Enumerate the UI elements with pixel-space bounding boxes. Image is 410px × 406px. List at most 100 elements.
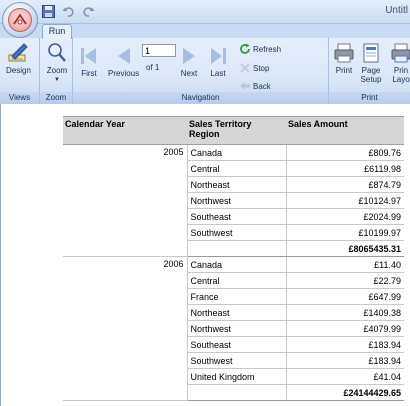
zoom-icon (45, 41, 69, 65)
group-total-cell: £8065435.31 (286, 240, 404, 257)
ribbon: Design Views Zoom ▼ Zoom First Previous … (0, 38, 410, 104)
sales-amount-cell: £1409.38 (286, 304, 404, 321)
sales-amount-cell: £874.79 (286, 176, 404, 193)
save-icon[interactable] (40, 4, 56, 19)
design-button[interactable]: Design (6, 41, 31, 75)
zoom-group-label: Zoom (40, 92, 72, 104)
print-group: Print Page Setup Prin Layo Print (329, 38, 410, 104)
region-cell: Southwest (187, 224, 287, 241)
report-viewer: Calendar Year Sales Territory Region Sal… (0, 104, 410, 406)
sales-amount-cell: £10124.97 (286, 192, 404, 209)
region-cell: Central (187, 160, 287, 177)
total-empty-cell (187, 240, 287, 257)
calendar-year-cell: 2006 (63, 256, 188, 401)
print-group-label: Print (329, 92, 410, 104)
region-cell: Canada (187, 144, 287, 161)
navigation-group-label: Navigation (73, 92, 328, 104)
region-cell: Central (187, 272, 287, 289)
table-row: 2005 Canada £809.76 (63, 144, 404, 257)
region-cell: Northeast (187, 304, 287, 321)
next-page-icon (179, 46, 199, 66)
design-icon (6, 41, 30, 65)
page-count-text: of 1 (146, 63, 160, 72)
printer-icon (332, 41, 356, 65)
back-arrow-icon (239, 80, 251, 92)
previous-label: Previous (108, 69, 140, 78)
page-number-input[interactable] (142, 44, 176, 57)
page-setup-label-line2: Setup (360, 75, 382, 84)
calendar-year-cell: 2005 (63, 144, 188, 257)
sales-amount-cell: £809.76 (286, 144, 404, 161)
stop-button[interactable]: Stop (239, 62, 269, 74)
report-body: 2005 Canada £809.76 Central £6119.98 Northeas… (63, 144, 404, 401)
region-cell: Northwest (187, 192, 287, 209)
back-button[interactable]: Back (239, 80, 271, 92)
total-empty-cell (187, 384, 287, 401)
column-header-calendar-year[interactable]: Calendar Year (63, 116, 187, 145)
region-cell: Southeast (187, 208, 287, 225)
region-cell: France (187, 288, 287, 305)
previous-page-button[interactable]: Previous (108, 46, 139, 78)
redo-icon[interactable] (80, 4, 96, 19)
print-layout-label-line2: Layo (392, 75, 410, 84)
zoom-group: Zoom ▼ Zoom (40, 38, 73, 104)
refresh-button[interactable]: Refresh (239, 43, 281, 55)
undo-icon[interactable] (60, 4, 76, 19)
report-table: Calendar Year Sales Territory Region Sal… (63, 116, 404, 401)
sales-amount-cell: £41.04 (286, 368, 404, 385)
views-group-label: Views (0, 92, 39, 104)
column-header-sales-amount[interactable]: Sales Amount (286, 116, 404, 145)
application-button[interactable] (2, 2, 38, 38)
print-button[interactable]: Print (332, 41, 356, 75)
first-label: First (81, 69, 97, 78)
quick-access-toolbar (40, 4, 96, 19)
app-logo-icon (8, 8, 32, 32)
page-setup-icon (359, 41, 383, 65)
window-title: Untitl (385, 5, 408, 16)
sales-amount-cell: £183.94 (286, 336, 404, 353)
print-layout-icon (389, 41, 410, 65)
navigation-group: First Previous Next Last Refresh Stop Ba… (73, 38, 329, 104)
tab-run[interactable]: Run (42, 24, 72, 39)
sales-amount-cell: £647.99 (286, 288, 404, 305)
region-cell: United Kingdom (187, 368, 287, 385)
first-page-icon (79, 46, 99, 66)
first-page-button[interactable]: First (79, 46, 99, 78)
zoom-button[interactable]: Zoom ▼ (45, 41, 69, 85)
stop-icon (239, 62, 251, 74)
zoom-label: Zoom (46, 66, 68, 75)
region-cell: Southwest (187, 352, 287, 369)
back-label: Back (253, 81, 271, 91)
group-total-cell: £24144429.65 (286, 384, 404, 401)
refresh-label: Refresh (253, 44, 282, 54)
region-cell: Southeast (187, 336, 287, 353)
chevron-down-icon: ▼ (54, 77, 60, 83)
sales-amount-cell: £183.94 (286, 352, 404, 369)
next-label: Next (180, 69, 198, 78)
last-label: Last (210, 69, 226, 78)
region-cell: Canada (187, 256, 287, 273)
stop-label: Stop (253, 63, 270, 73)
sales-amount-cell: £2024.99 (286, 208, 404, 225)
page-setup-button[interactable]: Page Setup (359, 41, 383, 84)
views-group: Design Views (0, 38, 40, 104)
print-layout-button[interactable]: Prin Layo (389, 41, 410, 84)
report-header-row: Calendar Year Sales Territory Region Sal… (63, 116, 404, 145)
region-cell: Northwest (187, 320, 287, 337)
print-label: Print (335, 66, 353, 75)
last-page-button[interactable]: Last (208, 46, 228, 78)
sales-amount-cell: £4079.99 (286, 320, 404, 337)
sales-amount-cell: £6119.98 (286, 160, 404, 177)
last-page-icon (208, 46, 228, 66)
print-layout-label-line1: Prin (393, 66, 409, 75)
column-header-sales-territory-region[interactable]: Sales Territory Region (187, 116, 286, 145)
refresh-icon (239, 43, 251, 55)
sales-amount-cell: £22.79 (286, 272, 404, 289)
region-cell: Northeast (187, 176, 287, 193)
previous-page-icon (114, 46, 134, 66)
sales-amount-cell: £11.40 (286, 256, 404, 273)
next-page-button[interactable]: Next (179, 46, 199, 78)
table-row: 2006 Canada £11.40 (63, 256, 404, 401)
design-label: Design (6, 66, 31, 75)
page-setup-label-line1: Page (361, 66, 381, 75)
